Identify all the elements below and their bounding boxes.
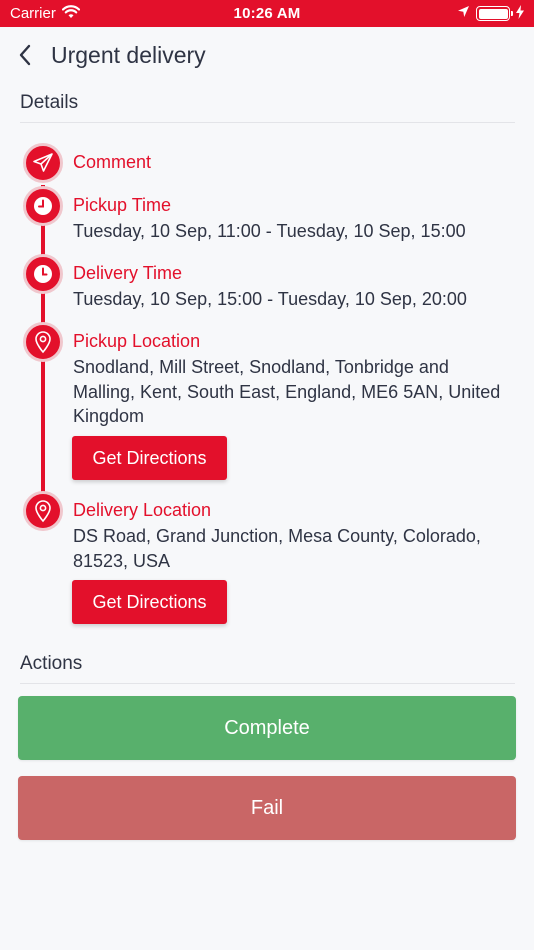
details-section-title: Details [20,92,79,113]
location-pin-icon [23,322,63,362]
pickup-time-label: Pickup Time [73,195,172,215]
delivery-location-label: Delivery Location [73,500,212,520]
location-arrow-icon [457,5,470,22]
battery-fill [478,8,508,19]
complete-button[interactable]: Complete [18,696,516,760]
delivery-get-directions-button[interactable]: Get Directions [72,580,227,624]
page-title: Urgent delivery [51,41,206,68]
actions-section-title: Actions [20,653,83,674]
location-pin-icon [23,491,63,531]
battery-icon [476,6,513,21]
delivery-time-label: Delivery Time [73,263,183,283]
delivery-location-value: DS Road, Grand Junction, Mesa County, Co… [73,526,481,571]
status-left: Carrier [10,4,150,23]
pickup-location-value: Snodland, Mill Street, Snodland, Tonbrid… [73,357,501,426]
details-divider [20,122,515,123]
charging-bolt-icon [516,4,524,23]
status-bar: Carrier 10:26 AM [0,0,534,27]
delivery-time-value: Tuesday, 10 Sep, 15:00 - Tuesday, 10 Sep… [73,289,467,309]
back-button[interactable] [18,40,42,70]
status-right [384,4,524,23]
carrier-label: Carrier [10,5,56,22]
pickup-get-directions-button[interactable]: Get Directions [72,436,227,480]
paper-plane-icon [23,143,63,183]
clock-icon [23,254,63,294]
nav-bar: Urgent delivery [0,27,534,83]
pickup-time-value: Tuesday, 10 Sep, 11:00 - Tuesday, 10 Sep… [73,221,466,241]
status-time: 10:26 AM [233,5,301,22]
clock-icon [23,186,63,226]
wifi-icon [61,4,80,23]
comment-label: Comment [73,152,152,172]
chevron-left-icon [19,44,31,66]
fail-button[interactable]: Fail [18,776,516,840]
actions-divider [20,683,515,684]
pickup-location-label: Pickup Location [73,331,201,351]
